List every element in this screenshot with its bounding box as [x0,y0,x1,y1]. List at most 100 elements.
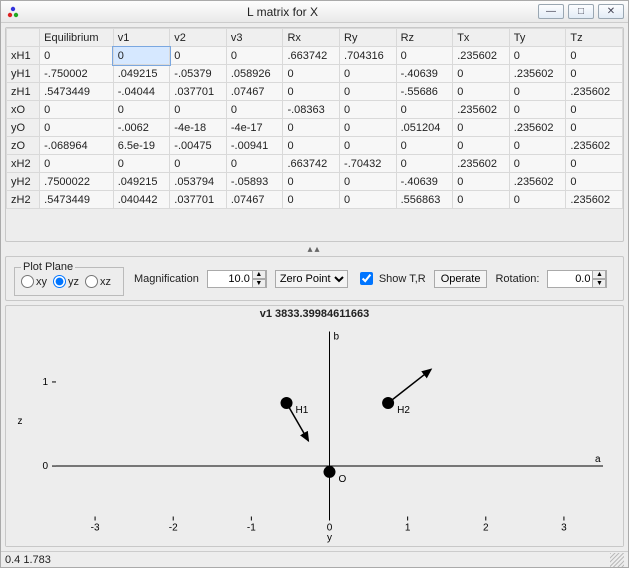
data-cell[interactable]: -.05379 [170,65,227,83]
column-header[interactable]: Rx [283,29,340,47]
data-cell[interactable]: 0 [396,155,453,173]
data-cell[interactable]: -.068964 [40,137,114,155]
data-cell[interactable]: .037701 [170,83,227,101]
splitter[interactable]: ▴▴ [1,242,628,256]
data-cell[interactable]: 0 [340,137,397,155]
zero-point-select[interactable]: Zero Point [275,270,348,288]
data-cell[interactable]: .235602 [509,65,566,83]
data-cell[interactable]: 0 [396,137,453,155]
data-cell[interactable]: .07467 [226,191,283,209]
row-header-cell[interactable]: zH1 [7,83,40,101]
data-cell[interactable]: .235602 [453,47,510,65]
data-cell[interactable]: 0 [509,155,566,173]
data-cell[interactable]: -.40639 [396,173,453,191]
data-cell[interactable]: 0 [566,101,623,119]
data-cell[interactable]: 0 [40,119,114,137]
mag-down-button[interactable]: ▼ [252,279,266,288]
data-cell[interactable]: 0 [566,119,623,137]
data-cell[interactable]: 0 [113,155,170,173]
data-cell[interactable]: -.750002 [40,65,114,83]
data-cell[interactable]: -4e-17 [226,119,283,137]
data-cell[interactable]: 0 [509,191,566,209]
column-header[interactable]: v1 [113,29,170,47]
plane-radio-xz[interactable]: xz [85,275,111,288]
data-cell[interactable]: 0 [283,173,340,191]
show-tr-checkbox[interactable]: Show T,R [356,269,426,288]
close-button[interactable]: ✕ [598,4,624,19]
minimize-button[interactable]: — [538,4,564,19]
data-cell[interactable]: 0 [509,83,566,101]
data-cell[interactable]: 0 [226,155,283,173]
plane-radio-input[interactable] [85,275,98,288]
data-cell[interactable]: 0 [340,191,397,209]
data-cell[interactable]: 0 [170,101,227,119]
column-header[interactable]: Tx [453,29,510,47]
column-header[interactable]: Equilibrium [40,29,114,47]
column-header[interactable]: Rz [396,29,453,47]
data-cell[interactable]: 0 [566,155,623,173]
data-cell[interactable]: .037701 [170,191,227,209]
rotation-spinner[interactable]: ▲▼ [547,270,607,288]
resize-grip[interactable] [610,553,624,567]
data-cell[interactable]: -4e-18 [170,119,227,137]
data-cell[interactable]: .049215 [113,65,170,83]
data-cell[interactable]: .053794 [170,173,227,191]
rot-up-button[interactable]: ▲ [592,270,606,279]
data-cell[interactable]: .040442 [113,191,170,209]
data-cell[interactable]: 0 [40,101,114,119]
plot-area[interactable]: -3-2-1012301yzabH1OH2 [6,320,623,546]
data-cell[interactable]: 0 [40,155,114,173]
data-cell[interactable]: .5473449 [40,191,114,209]
plane-radio-input[interactable] [21,275,34,288]
column-header[interactable]: v3 [226,29,283,47]
data-cell[interactable]: -.04044 [113,83,170,101]
data-cell[interactable]: -.05893 [226,173,283,191]
row-header-cell[interactable]: yO [7,119,40,137]
data-cell[interactable]: .704316 [340,47,397,65]
maximize-button[interactable]: □ [568,4,594,19]
data-cell[interactable]: .235602 [566,83,623,101]
magnification-spinner[interactable]: ▲▼ [207,270,267,288]
data-cell[interactable]: 0 [453,137,510,155]
data-cell[interactable]: 0 [283,65,340,83]
data-cell[interactable]: 0 [340,173,397,191]
data-cell[interactable]: -.00475 [170,137,227,155]
row-header-cell[interactable]: xO [7,101,40,119]
data-cell[interactable]: 0 [283,119,340,137]
data-cell[interactable]: 0 [170,47,227,65]
data-cell[interactable]: .235602 [566,191,623,209]
operate-button[interactable]: Operate [434,270,488,288]
row-header-cell[interactable]: xH1 [7,47,40,65]
data-cell[interactable]: .058926 [226,65,283,83]
plane-radio-input[interactable] [53,275,66,288]
mag-up-button[interactable]: ▲ [252,270,266,279]
data-cell[interactable]: 6.5e-19 [113,137,170,155]
data-cell[interactable]: .235602 [509,173,566,191]
data-cell[interactable]: .051204 [396,119,453,137]
data-cell[interactable]: 0 [453,191,510,209]
data-cell[interactable]: .663742 [283,47,340,65]
data-cell[interactable]: 0 [283,191,340,209]
data-cell[interactable]: .07467 [226,83,283,101]
data-cell[interactable]: 0 [566,47,623,65]
data-cell[interactable]: .235602 [566,137,623,155]
data-cell[interactable]: 0 [509,101,566,119]
data-cell[interactable]: 0 [113,101,170,119]
data-cell[interactable]: 0 [340,83,397,101]
plane-radio-xy[interactable]: xy [21,275,47,288]
data-cell[interactable]: 0 [453,65,510,83]
data-cell[interactable]: 0 [566,65,623,83]
rotation-input[interactable] [548,271,592,287]
data-cell[interactable]: .556863 [396,191,453,209]
row-header-cell[interactable]: xH2 [7,155,40,173]
row-header-cell[interactable]: zO [7,137,40,155]
data-cell[interactable]: 0 [283,137,340,155]
data-cell[interactable]: 0 [340,101,397,119]
data-cell[interactable]: 0 [509,47,566,65]
magnification-input[interactable] [208,271,252,287]
data-cell[interactable]: .049215 [113,173,170,191]
data-cell[interactable]: 0 [170,155,227,173]
row-header-cell[interactable]: yH1 [7,65,40,83]
column-header[interactable]: Ry [340,29,397,47]
data-cell[interactable]: 0 [340,65,397,83]
